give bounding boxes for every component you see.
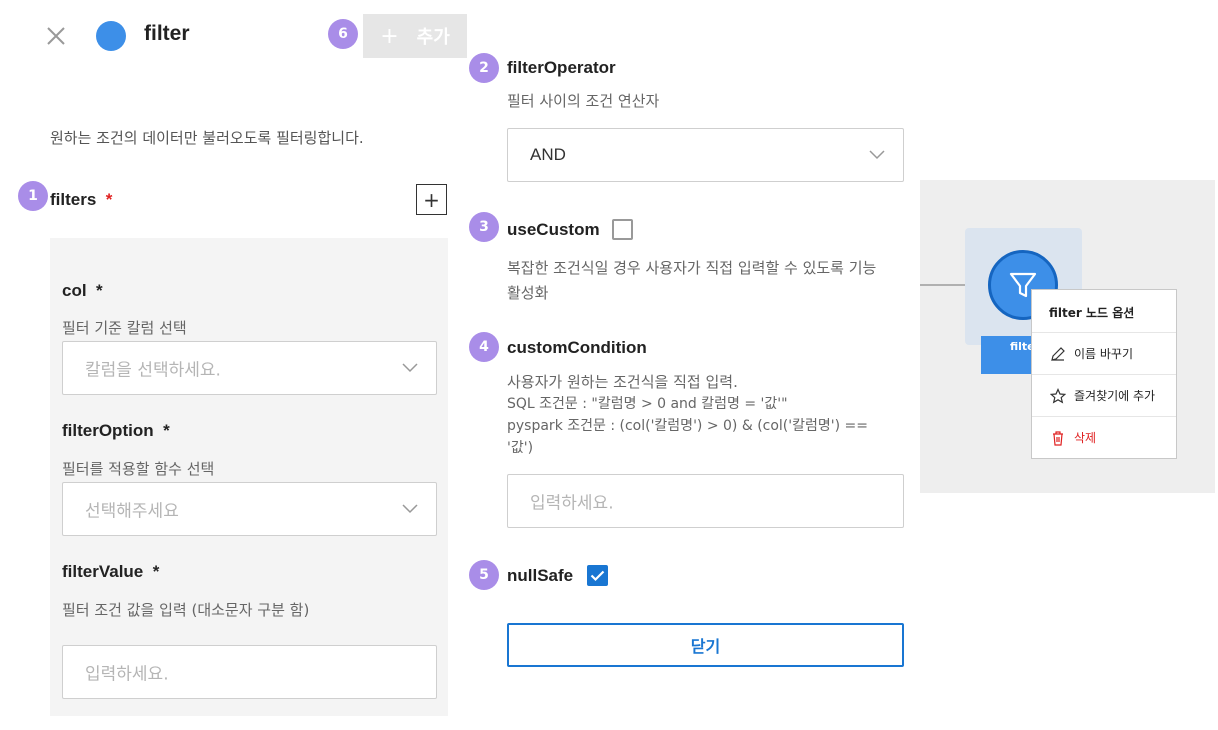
filter-value-placeholder: 입력하세요.: [85, 664, 169, 685]
custom-condition-description-line1: 사용자가 원하는 조건식을 직접 입력.: [507, 373, 738, 391]
chevron-down-icon: [402, 504, 418, 514]
filter-value-input[interactable]: 입력하세요.: [62, 645, 437, 699]
custom-condition-description-line4: '값'): [507, 440, 534, 456]
node-label-bar: filte: [981, 336, 1036, 374]
col-description: 필터 기준 칼럼 선택: [62, 319, 187, 337]
menu-title: filter 노드 옵션: [1049, 306, 1135, 320]
page-title: filter: [144, 22, 190, 45]
node-description: 원하는 조건의 데이터만 불러오도록 필터링합니다.: [50, 129, 364, 147]
step-badge-6: 6: [328, 19, 358, 49]
filter-operator-label: filterOperator: [507, 58, 616, 77]
menu-item-favorite[interactable]: 즐겨찾기에 추가: [1032, 374, 1176, 416]
custom-condition-description-line2: SQL 조건문 : "칼럼명 > 0 and 칼럼명 = '값'": [507, 396, 788, 412]
filter-operator-description: 필터 사이의 조건 연산자: [507, 92, 660, 110]
node-color-icon: [96, 21, 126, 51]
plus-icon: +: [423, 187, 440, 212]
required-mark: *: [105, 190, 113, 209]
col-placeholder: 칼럼을 선택하세요.: [85, 360, 221, 381]
menu-item-delete[interactable]: 삭제: [1032, 416, 1176, 458]
step-badge-4: 4: [469, 332, 499, 362]
step-badge-1: 1: [18, 181, 48, 211]
plus-icon: +: [380, 23, 399, 49]
null-safe-label: nullSafe: [507, 566, 574, 585]
chevron-down-icon: [869, 150, 885, 160]
use-custom-label: useCustom: [507, 220, 600, 239]
custom-condition-description-line3: pyspark 조건문 : (col('칼럼명') > 0) & (col('칼…: [507, 418, 868, 434]
add-button-label: 추가: [416, 27, 450, 48]
close-button-label: 닫기: [690, 637, 721, 656]
filter-value-label: filterValue *: [62, 562, 160, 581]
required-mark: *: [96, 281, 103, 300]
custom-condition-placeholder: 입력하세요.: [530, 493, 614, 514]
filter-option-label: filterOption *: [62, 421, 170, 440]
menu-delete-label: 삭제: [1074, 431, 1097, 445]
step-badge-5: 5: [469, 560, 499, 590]
trash-icon: [1053, 430, 1063, 446]
null-safe-checkbox[interactable]: [587, 565, 608, 586]
use-custom-description-line1: 복잡한 조건식일 경우 사용자가 직접 입력할 수 있도록 기능: [507, 259, 877, 277]
col-label: col *: [62, 281, 103, 300]
filters-label: filters *: [50, 190, 113, 209]
required-mark: *: [152, 562, 160, 581]
chevron-down-icon: [402, 363, 418, 373]
menu-favorite-label: 즐겨찾기에 추가: [1074, 389, 1156, 403]
close-icon[interactable]: [44, 24, 68, 48]
check-icon: [590, 570, 605, 582]
add-filter-button[interactable]: +: [416, 184, 447, 215]
required-mark: *: [163, 421, 170, 440]
custom-condition-input[interactable]: 입력하세요.: [507, 474, 904, 528]
step-badge-2: 2: [469, 53, 499, 83]
filter-value-description: 필터 조건 값을 입력 (대소문자 구분 함): [62, 601, 310, 619]
node-context-menu: filter 노드 옵션 이름 바꾸기 즐겨찾기에 추가 삭제: [1031, 289, 1177, 459]
star-icon: [1050, 387, 1066, 404]
use-custom-description-line2: 활성화: [507, 284, 549, 302]
filter-operator-select[interactable]: AND: [507, 128, 904, 182]
filter-option-placeholder: 선택해주세요: [85, 501, 179, 522]
filter-operator-value: AND: [530, 145, 566, 164]
use-custom-checkbox[interactable]: [612, 219, 633, 240]
filter-option-description: 필터를 적용할 함수 선택: [62, 460, 215, 478]
menu-item-rename[interactable]: 이름 바꾸기: [1032, 332, 1176, 374]
add-button[interactable]: + 추가: [363, 14, 467, 58]
pencil-icon: [1051, 346, 1065, 361]
step-badge-3: 3: [469, 212, 499, 242]
menu-rename-label: 이름 바꾸기: [1074, 347, 1134, 361]
close-button[interactable]: 닫기: [507, 623, 904, 667]
filter-option-select[interactable]: 선택해주세요: [62, 482, 437, 536]
custom-condition-label: customCondition: [507, 338, 647, 357]
col-select[interactable]: 칼럼을 선택하세요.: [62, 341, 437, 395]
